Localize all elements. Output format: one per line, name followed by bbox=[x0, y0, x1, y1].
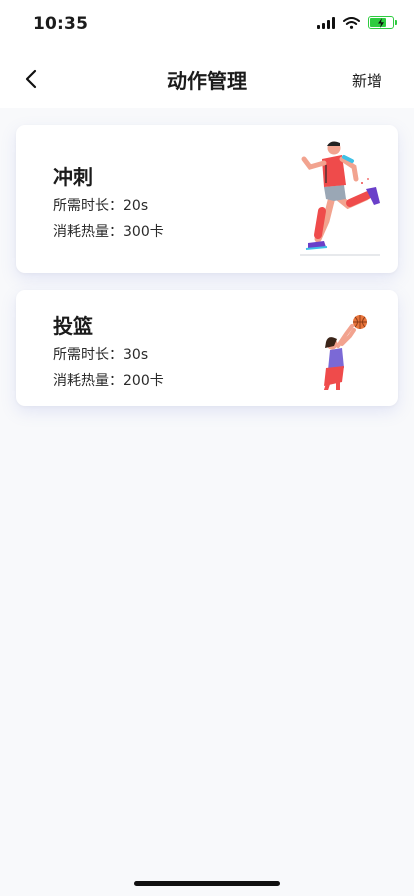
status-icons bbox=[317, 16, 397, 29]
nav-bar: 动作管理 新增 bbox=[0, 50, 414, 108]
status-bar: 10:35 bbox=[0, 0, 414, 50]
screen: 10:35 动作管理 新增 冲刺 所需时长：20s 消耗热量：300卡 投篮 所… bbox=[0, 0, 414, 896]
action-duration: 所需时长：20s bbox=[53, 198, 149, 214]
basketball-shooter-illustration bbox=[324, 315, 367, 390]
action-card-sprint[interactable]: 冲刺 所需时长：20s 消耗热量：300卡 bbox=[16, 125, 398, 273]
action-name: 投篮 bbox=[53, 314, 93, 338]
action-calories: 消耗热量：300卡 bbox=[53, 224, 164, 240]
cellular-signal-icon bbox=[317, 16, 335, 29]
action-calories: 消耗热量：200卡 bbox=[53, 373, 164, 389]
sprinter-illustration bbox=[300, 141, 380, 256]
action-card-shoot[interactable]: 投篮 所需时长：30s 消耗热量：200卡 bbox=[16, 290, 398, 406]
action-duration: 所需时长：30s bbox=[53, 347, 149, 363]
status-time: 10:35 bbox=[33, 14, 89, 34]
action-name: 冲刺 bbox=[53, 165, 93, 189]
add-action-button[interactable]: 新增 bbox=[352, 70, 382, 91]
battery-icon bbox=[368, 16, 397, 29]
wifi-icon bbox=[343, 16, 360, 29]
home-indicator bbox=[134, 881, 280, 886]
